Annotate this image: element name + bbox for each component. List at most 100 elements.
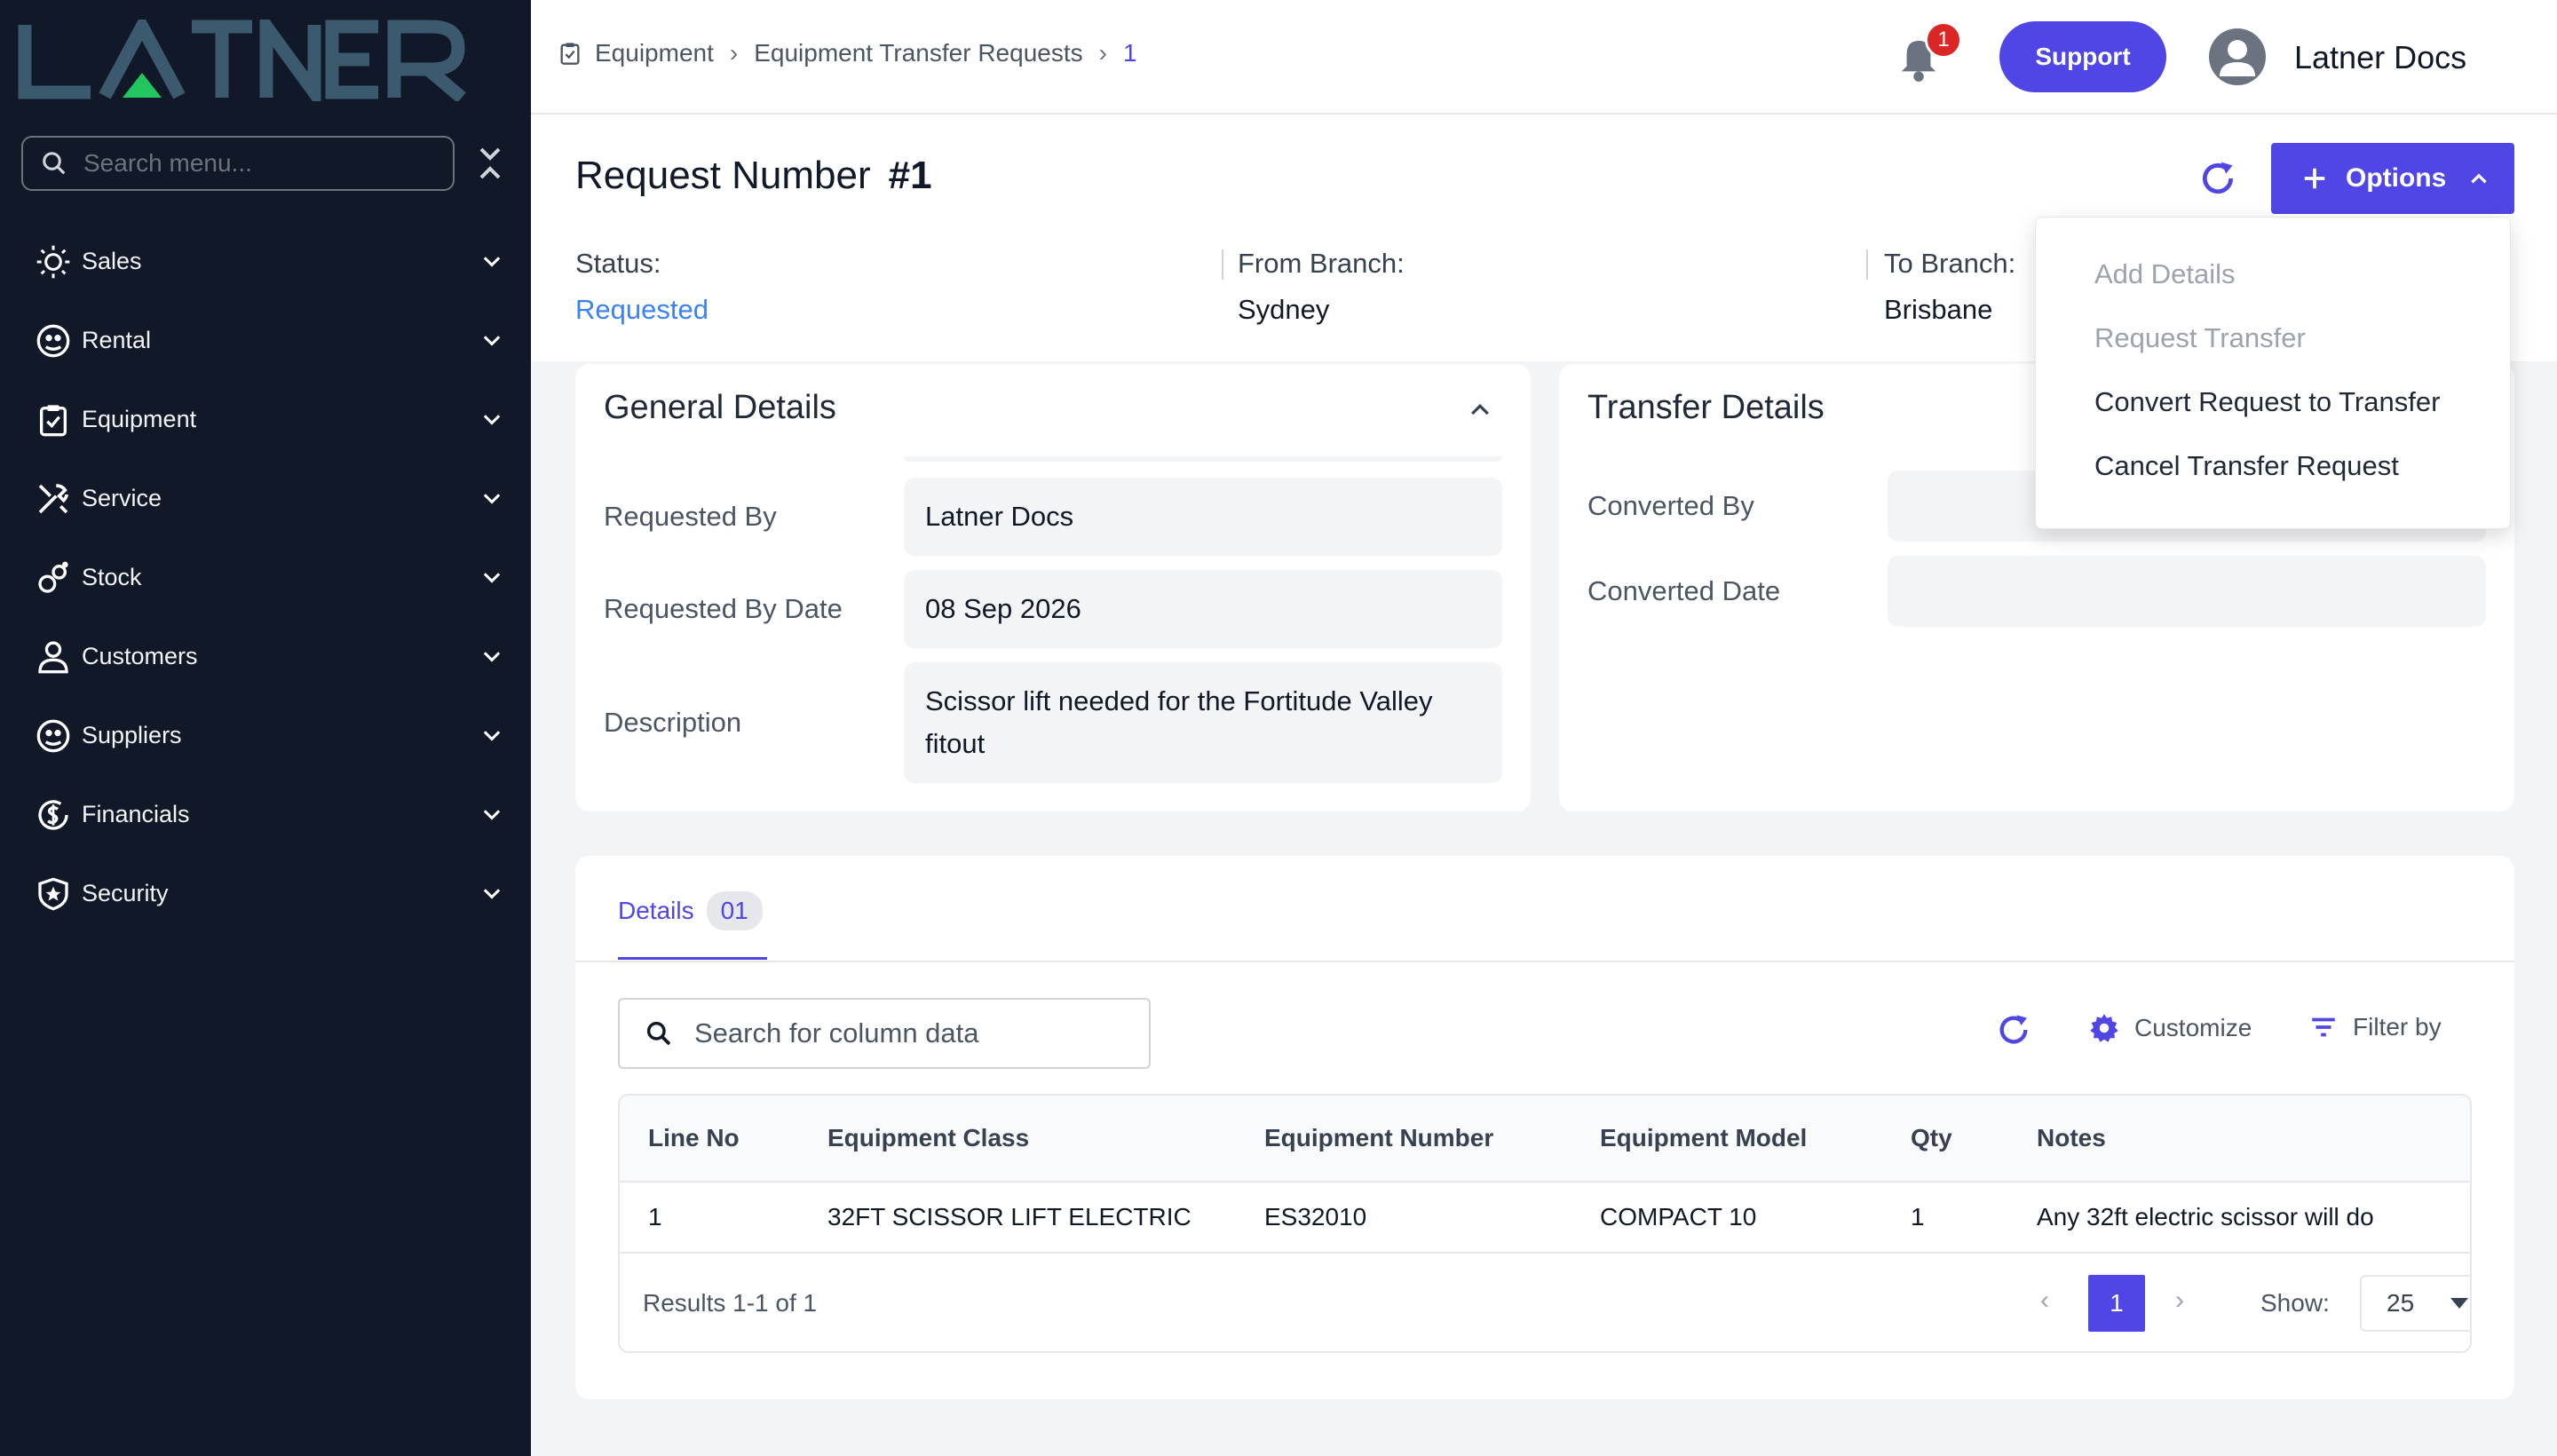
cell-qty: 1 <box>1911 1203 1925 1230</box>
general-details-title: General Details <box>604 389 836 426</box>
financials-icon <box>34 795 73 835</box>
chevron-down-icon <box>483 493 501 504</box>
sidebar-item-financials[interactable]: Financials <box>0 775 531 854</box>
page-size-label: Show: <box>2260 1289 2330 1317</box>
search-icon <box>646 1021 671 1046</box>
gear-icon <box>2090 1014 2118 1042</box>
chevron-down-icon <box>483 335 501 346</box>
from-branch-field: From Branch: Sydney <box>1238 248 1405 326</box>
to-branch-field: To Branch: Brisbane <box>1884 248 2015 326</box>
sidebar-search-input[interactable] <box>83 149 421 178</box>
plus-icon <box>2304 168 2325 189</box>
user-name[interactable]: Latner Docs <box>2294 39 2466 76</box>
filter-button[interactable]: Filter by <box>2308 1012 2442 1042</box>
transfer-details-title: Transfer Details <box>1587 389 1825 426</box>
customize-button[interactable]: Customize <box>2088 1012 2252 1044</box>
chevron-down-icon <box>483 651 501 662</box>
sidebar-search[interactable] <box>21 136 455 191</box>
chevron-down-icon <box>483 256 501 267</box>
support-button[interactable]: Support <box>1999 21 2166 92</box>
requested-by-label: Requested By <box>604 501 777 532</box>
latner-logo[interactable] <box>18 5 497 114</box>
cell-notes: Any 32ft electric scissor will do <box>2037 1203 2374 1230</box>
divider <box>1222 249 1223 280</box>
table-row[interactable]: 1 32FT SCISSOR LIFT ELECTRIC ES32010 COM… <box>620 1183 2470 1254</box>
col-qty[interactable]: Qty <box>1911 1096 1952 1181</box>
description-field[interactable]: Scissor lift needed for the Fortitude Va… <box>904 662 1502 783</box>
scroll-edge <box>904 456 1502 462</box>
sidebar-item-customers[interactable]: Customers <box>0 617 531 696</box>
tab-details[interactable]: Details 01 <box>618 891 763 930</box>
page-title: Request Number #1 <box>575 154 932 198</box>
chevron-right-icon[interactable]: › <box>2175 1286 2184 1316</box>
col-equipment-class[interactable]: Equipment Class <box>827 1096 1029 1181</box>
sidebar-item-stock[interactable]: Stock <box>0 538 531 617</box>
details-card: Details 01 Customize Filter by Line No E… <box>575 856 2514 1399</box>
options-dropdown: Add Details Request Transfer Convert Req… <box>2035 217 2511 529</box>
requested-by-field[interactable]: Latner Docs <box>904 478 1502 556</box>
caret-down-icon <box>2450 1298 2468 1309</box>
details-table: Line No Equipment Class Equipment Number… <box>618 1094 2472 1353</box>
table-footer: Results 1-1 of 1 ‹ 1 › Show: 25 <box>620 1254 2470 1351</box>
description-label: Description <box>604 707 742 738</box>
requested-date-field[interactable]: 08 Sep 2026 <box>904 570 1502 648</box>
tab-details-label: Details <box>618 897 694 924</box>
avatar[interactable] <box>2209 28 2266 85</box>
page-button-current[interactable]: 1 <box>2088 1275 2145 1332</box>
clipboard-icon <box>560 43 580 65</box>
sales-icon <box>34 242 73 281</box>
menu-item-convert-request[interactable]: Convert Request to Transfer <box>2036 370 2510 434</box>
converted-date-field[interactable] <box>1888 556 2486 627</box>
chevron-up-icon[interactable] <box>1467 396 1493 423</box>
chevron-down-icon <box>483 888 501 899</box>
sidebar-item-label: Rental <box>82 327 152 353</box>
sidebar-nav: Sales Rental Equipment Service Stock Cus… <box>0 222 531 933</box>
chevron-left-icon[interactable]: ‹ <box>2040 1286 2049 1316</box>
options-label: Options <box>2346 163 2447 193</box>
sidebar-item-sales[interactable]: Sales <box>0 222 531 301</box>
from-branch-label: From Branch: <box>1238 248 1405 279</box>
refresh-icon[interactable] <box>2198 159 2237 198</box>
options-button[interactable]: Options <box>2271 143 2514 214</box>
menu-item-add-details[interactable]: Add Details <box>2036 242 2510 306</box>
rental-icon <box>34 321 73 360</box>
active-tab-indicator <box>618 957 767 960</box>
col-line-no[interactable]: Line No <box>648 1096 740 1181</box>
from-branch-value: Sydney <box>1238 294 1330 325</box>
sidebar-item-label: Suppliers <box>82 722 182 748</box>
table-refresh-icon[interactable] <box>1996 1012 2031 1048</box>
requested-date-label: Requested By Date <box>604 593 843 624</box>
service-icon <box>34 479 73 518</box>
page-size-select[interactable]: 25 <box>2360 1275 2470 1332</box>
sidebar-item-security[interactable]: Security <box>0 854 531 933</box>
cell-equipment-model: COMPACT 10 <box>1600 1203 1757 1230</box>
filter-icon <box>2312 1017 2335 1037</box>
breadcrumb-equipment[interactable]: Equipment <box>595 39 714 67</box>
tab-count-badge: 01 <box>706 891 763 930</box>
cell-equipment-number: ES32010 <box>1264 1203 1367 1230</box>
menu-item-cancel-request[interactable]: Cancel Transfer Request <box>2036 434 2510 498</box>
status-field: Status: Requested <box>575 248 709 326</box>
column-search[interactable] <box>618 998 1151 1069</box>
security-icon <box>34 874 73 914</box>
chevron-up-icon <box>2471 173 2488 184</box>
breadcrumb-transfer-requests[interactable]: Equipment Transfer Requests <box>754 39 1082 67</box>
col-equipment-model[interactable]: Equipment Model <box>1600 1096 1807 1181</box>
notification-badge: 1 <box>1925 21 1962 59</box>
menu-item-request-transfer[interactable]: Request Transfer <box>2036 306 2510 370</box>
breadcrumb-current: 1 <box>1122 39 1137 67</box>
sidebar-item-suppliers[interactable]: Suppliers <box>0 696 531 775</box>
sidebar-item-label: Customers <box>82 643 198 669</box>
collapse-sidebar-icon[interactable] <box>474 142 506 185</box>
customers-icon <box>34 637 73 677</box>
sidebar-item-rental[interactable]: Rental <box>0 301 531 380</box>
chevron-down-icon <box>483 730 501 741</box>
sidebar-item-service[interactable]: Service <box>0 459 531 538</box>
sidebar-item-label: Equipment <box>82 406 197 432</box>
sidebar-item-equipment[interactable]: Equipment <box>0 380 531 459</box>
column-search-input[interactable] <box>694 1017 1120 1049</box>
to-branch-label: To Branch: <box>1884 248 2016 279</box>
col-equipment-number[interactable]: Equipment Number <box>1264 1096 1493 1181</box>
topbar: Equipment › Equipment Transfer Requests … <box>531 0 2557 115</box>
col-notes[interactable]: Notes <box>2037 1096 2106 1181</box>
